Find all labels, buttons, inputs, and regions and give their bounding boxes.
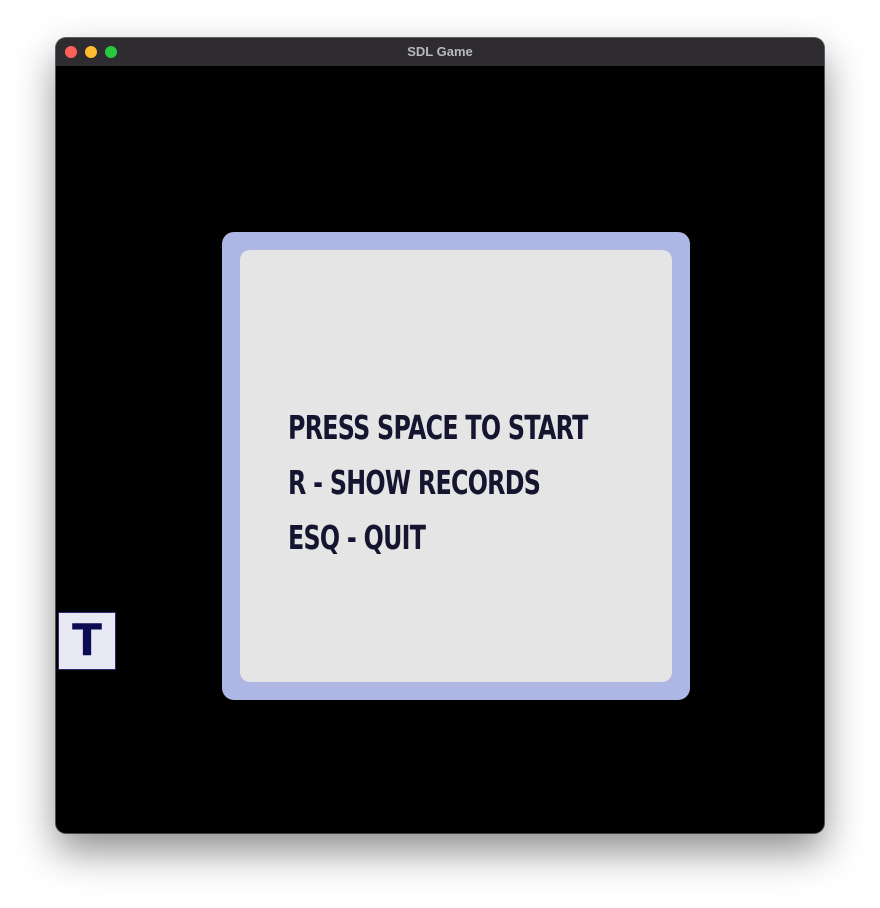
game-window: SDL Game PRESS SPACE TO START R - SHOW R… <box>56 38 824 833</box>
menu-line-records: R - SHOW RECORDS <box>288 463 541 502</box>
game-canvas[interactable]: PRESS SPACE TO START R - SHOW RECORDS ES… <box>56 66 824 833</box>
t-tile: T <box>58 612 116 670</box>
menu-panel: PRESS SPACE TO START R - SHOW RECORDS ES… <box>240 250 672 682</box>
window-title: SDL Game <box>407 44 473 59</box>
title-bar[interactable]: SDL Game <box>56 38 824 67</box>
menu-line-start: PRESS SPACE TO START <box>288 408 588 447</box>
menu-line-quit: ESQ - QUIT <box>288 518 426 557</box>
menu-options: PRESS SPACE TO START R - SHOW RECORDS ES… <box>288 400 704 565</box>
menu-frame: PRESS SPACE TO START R - SHOW RECORDS ES… <box>222 232 690 700</box>
